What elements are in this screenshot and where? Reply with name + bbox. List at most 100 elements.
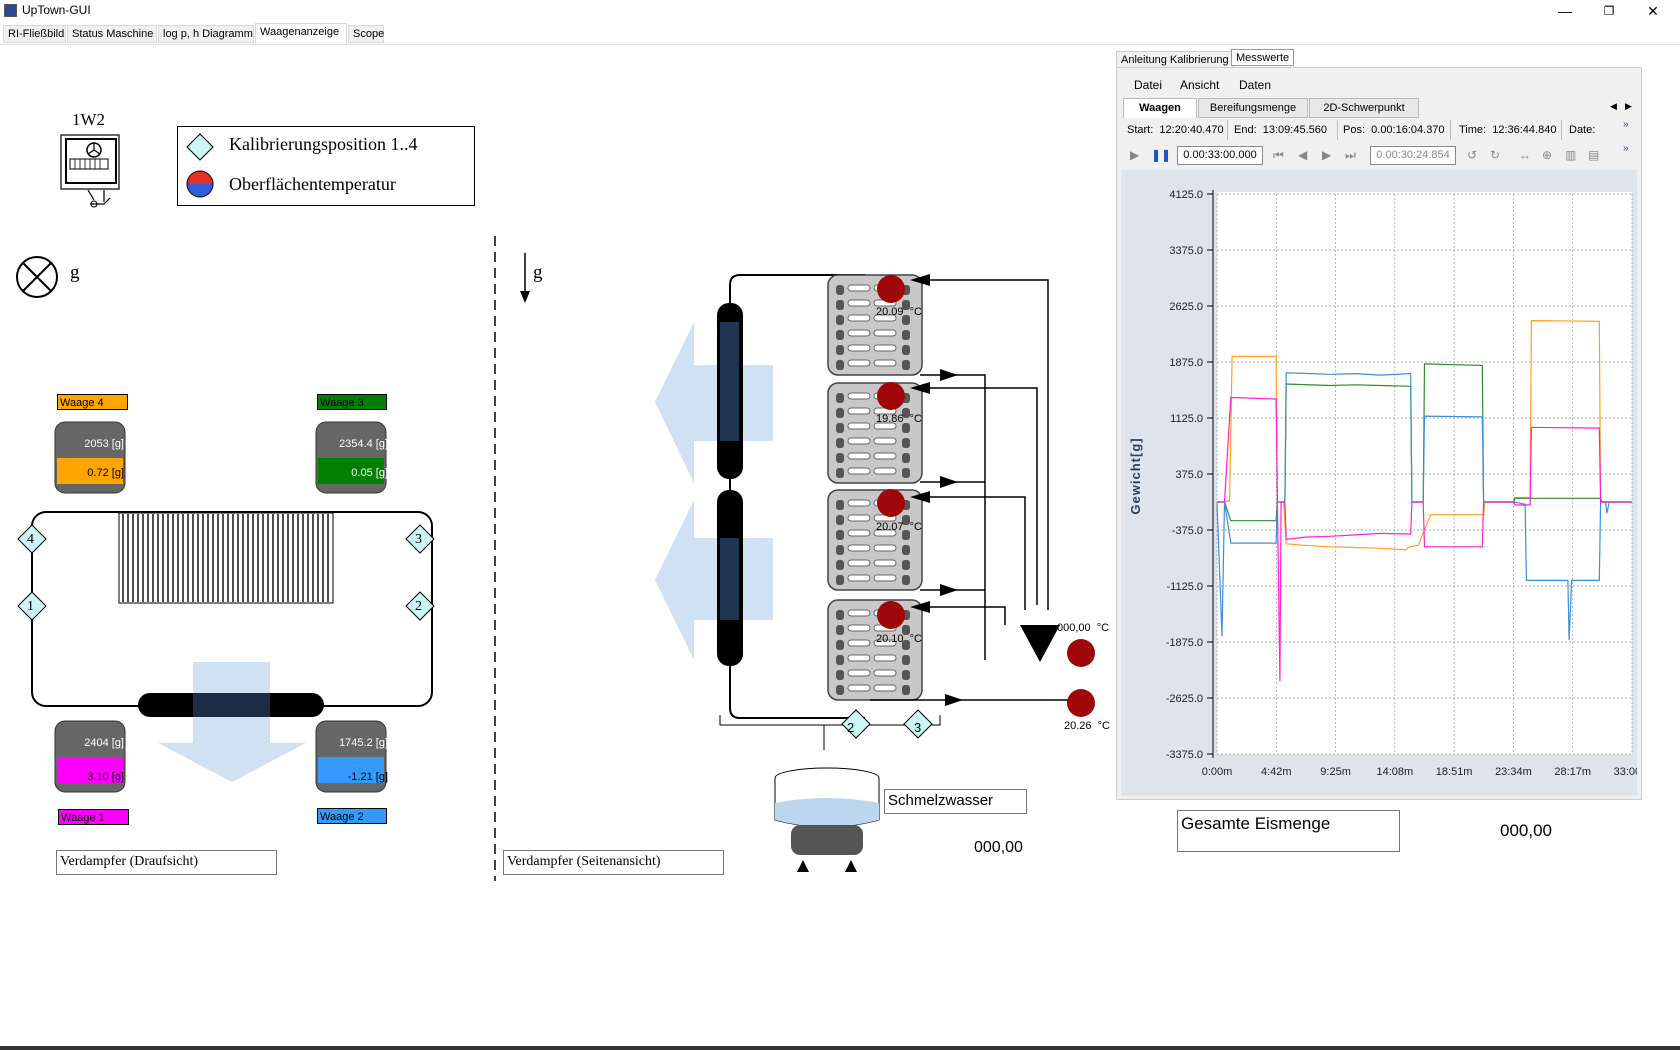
tab-anleitung-kalibrierung[interactable]: Anleitung Kalibrierung (1116, 51, 1234, 68)
scale-2-weight: 1745.2 [g] (339, 737, 388, 749)
toolbar-overflow-icon[interactable]: » (1623, 143, 1629, 154)
melt-water-label: Schmelzwasser (884, 789, 1027, 814)
tab-scroll-left-icon[interactable]: ◀ (1610, 101, 1617, 112)
tab-scroll-right-icon[interactable]: ▶ (1625, 101, 1632, 112)
weight-chart: 4125.0 3375.0 2625.0 1875.0 1125.0 375.0 -375.… (1121, 170, 1637, 796)
tab-status-maschine[interactable]: Status Maschine (67, 25, 157, 43)
close-button[interactable]: ✕ (1630, 0, 1676, 22)
window-title: UpTown-GUI (22, 3, 91, 17)
menu-ansicht[interactable]: Ansicht (1180, 78, 1219, 92)
scale-3-weight: 2354.4 [g] (339, 438, 388, 450)
y-tick-label: -1875.0 (1166, 637, 1203, 649)
minimize-button[interactable]: — (1542, 0, 1588, 22)
play-icon[interactable]: ▶ (1130, 148, 1139, 162)
y-tick-label: 375.0 (1175, 469, 1203, 481)
center-icon[interactable]: ⊕ (1542, 148, 1552, 162)
scale-3-delta: 0.05 [g] (351, 467, 388, 479)
title-bar: UpTown-GUI — ❐ ✕ (0, 0, 1680, 22)
tab-messwerte[interactable]: Messwerte (1231, 49, 1295, 66)
scale-4-weight: 2053 [g] (84, 438, 124, 450)
tab-ri-fliessbild[interactable]: RI-Fließbild (3, 25, 66, 43)
outlet-temp-value: 000,00 °C (1057, 622, 1110, 634)
scale-2-label: Waage 2 (317, 808, 387, 824)
cursor-time-field[interactable]: 0.00:30:24.854 (1370, 146, 1456, 165)
scale-1-delta: 3.10 [g] (87, 771, 124, 783)
info-end: End: 13:09:45.560 (1234, 124, 1327, 136)
chart-settings-icon[interactable]: ▤ (1588, 148, 1599, 162)
y-tick-label: 2625.0 (1169, 301, 1203, 313)
gravity-label-side: g (533, 262, 543, 283)
zoom-horizontal-icon[interactable]: ↔ (1519, 148, 1531, 162)
tab-log-ph-diagramm[interactable]: log p, h Diagramm (158, 25, 254, 43)
y-axis-label: Gewicht[g] (1128, 437, 1143, 514)
taskbar-edge (0, 1046, 1680, 1050)
cal-position-2: 2 (415, 599, 422, 614)
melt-water-value: 000,00 (974, 839, 1023, 856)
menu-daten[interactable]: Daten (1239, 78, 1271, 92)
machine-icon (60, 134, 120, 208)
scale-drum-2 (315, 421, 387, 494)
tab-waagenanzeige[interactable]: Waagenanzeige (255, 23, 347, 44)
side-cal-position-2: 2 (847, 720, 855, 735)
y-tick-label: -1125.0 (1167, 581, 1204, 593)
scale-1-label: Waage 1 (58, 809, 129, 825)
device-id-label: 1W2 (72, 110, 106, 129)
step-back-icon[interactable]: ◀ (1298, 148, 1307, 162)
x-tick-label: 33:00m (1614, 766, 1637, 778)
legend-box: Kalibrierungsposition 1..4 Oberflächente… (177, 126, 475, 206)
temp-sensor-3-value: 20.07 °C (876, 521, 922, 533)
temp-sensor-2-value: 19.86 °C (876, 413, 922, 425)
y-tick-label: -3375.0 (1166, 749, 1203, 761)
chart-tab-2d-schwerpunkt[interactable]: 2D-Schwerpunkt (1309, 98, 1419, 118)
top-view-label-field: Verdampfer (Draufsicht) (56, 850, 277, 875)
scale-drum-1 (54, 421, 126, 494)
x-tick-label: 23:34m (1495, 766, 1532, 778)
total-ice-label: Gesamte Eismenge (1177, 810, 1400, 852)
x-tick-label: 0:00m (1202, 766, 1233, 778)
scale-2-delta: -1.21 [g] (347, 771, 388, 783)
scale-3-label: Waage 3 (317, 394, 387, 410)
gravity-label-top: g (70, 262, 80, 283)
total-ice-value: 000,00 (1500, 821, 1552, 840)
temp-sensor-4-value: 20.10 °C (876, 633, 922, 645)
scale-4-delta: 0.72 [g] (87, 467, 124, 479)
y-tick-label: -375.0 (1172, 525, 1203, 537)
airflow-arrow-icon (158, 662, 306, 782)
redo-icon[interactable]: ↻ (1490, 148, 1500, 162)
view-divider (494, 236, 496, 881)
window-time-field[interactable]: 0.00:33:00.000 (1177, 146, 1263, 165)
temperature-sensor-icon (186, 170, 214, 198)
cal-position-4: 4 (27, 532, 34, 547)
y-tick-label: 1125.0 (1170, 413, 1203, 425)
step-forward-icon[interactable]: ▶ (1322, 148, 1331, 162)
chart-tab-waagen[interactable]: Waagen (1123, 98, 1197, 118)
y-tick-label: 3375.0 (1169, 245, 1203, 257)
main-tab-bar: RI-Fließbild Status Maschine log p, h Di… (0, 23, 1680, 45)
maximize-button[interactable]: ❐ (1586, 0, 1632, 22)
chart-tab-bereifungsmenge[interactable]: Bereifungsmenge (1198, 98, 1308, 118)
info-pos: Pos: 0.00:16:04.370 (1343, 124, 1445, 136)
return-temp-value: 20.26 °C (1064, 720, 1110, 732)
undo-icon[interactable]: ↺ (1467, 148, 1477, 162)
x-tick-label: 18:51m (1436, 766, 1473, 778)
side-cal-position-3: 3 (914, 720, 922, 735)
side-view-label-field: Verdampfer (Seitenansicht) (503, 850, 724, 875)
y-tick-label: -2625.0 (1166, 693, 1203, 705)
gravity-down-arrow-icon (520, 253, 530, 303)
info-overflow-icon[interactable]: » (1623, 119, 1629, 130)
legend-calibration-label: Kalibrierungsposition 1..4 (229, 134, 418, 154)
pause-icon[interactable]: ❚❚ (1151, 148, 1171, 162)
cal-position-3: 3 (415, 532, 422, 547)
bar-chart-icon[interactable]: ▥ (1565, 148, 1576, 162)
skip-first-icon[interactable]: ⏮ (1273, 148, 1284, 163)
y-tick-label: 1875.0 (1169, 357, 1203, 369)
temp-sensor-1-value: 20.09 °C (876, 306, 922, 318)
x-tick-label: 28:17m (1554, 766, 1591, 778)
tab-scope[interactable]: Scope (348, 25, 384, 43)
app-icon (4, 4, 17, 17)
gravity-into-page-icon (16, 256, 58, 298)
menu-datei[interactable]: Datei (1134, 78, 1162, 92)
info-start: Start: 12:20:40.470 (1127, 124, 1224, 136)
skip-last-icon[interactable]: ⏭ (1345, 148, 1356, 163)
scale-1-weight: 2404 [g] (84, 737, 124, 749)
